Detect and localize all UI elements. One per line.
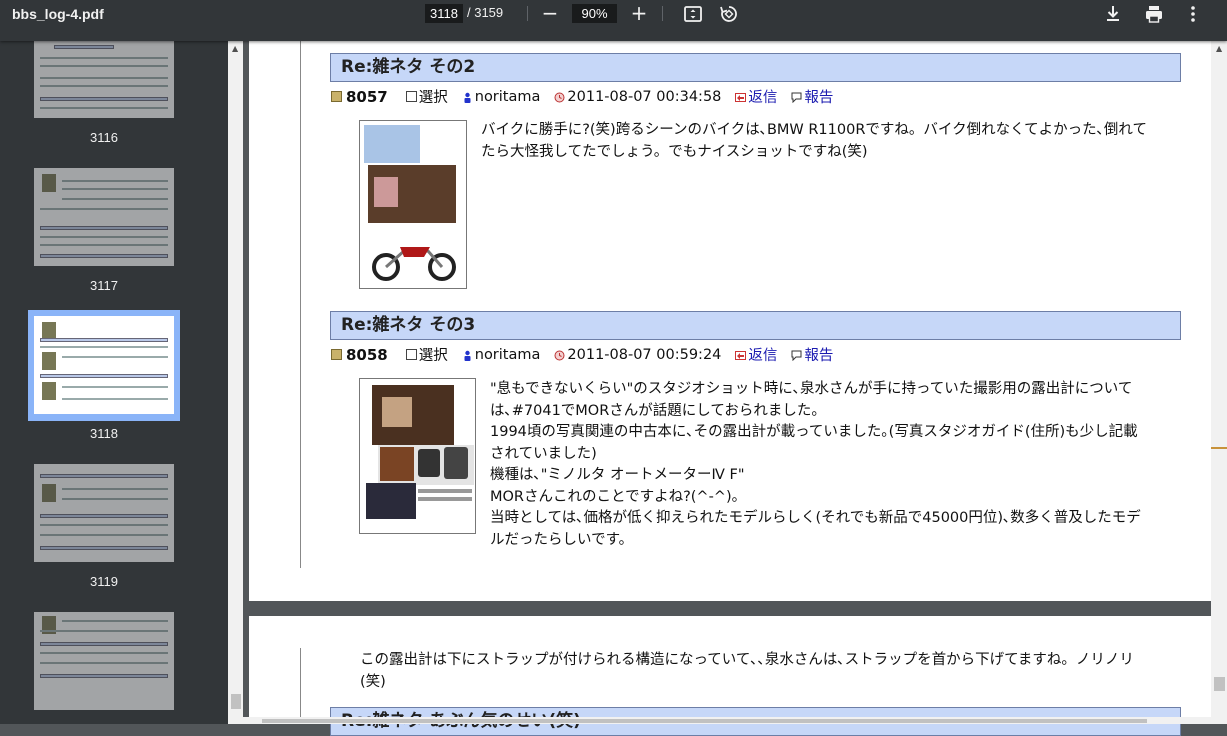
post-body-continued: この露出計は下にストラップが付けられる構造になっていて､､泉水さんは､ストラップ… <box>360 650 1134 693</box>
post-body-line: されていました) <box>490 445 597 462</box>
page-thumbnail-selected[interactable] <box>34 316 174 414</box>
print-icon[interactable] <box>1143 3 1165 25</box>
horizontal-scrollbar-thumb[interactable] <box>262 719 1147 723</box>
post-body-line: たら大怪我してたでしょう。でもナイスショットですね(笑) <box>481 143 868 160</box>
post-body-line: この露出計は下にストラップが付けられる構造になっていて､､泉水さんは､ストラップ… <box>360 652 1134 668</box>
post-title: Re:雑ネタ その2 <box>330 53 1181 82</box>
report-link[interactable]: 報告 <box>804 86 833 107</box>
clock-icon <box>554 91 565 103</box>
file-name: bbs_log-4.pdf <box>12 6 104 22</box>
sidebar-scrollbar-thumb[interactable] <box>231 694 241 709</box>
post-body-line: 1994頃の写真関連の中古本に､その露出計が載っていました｡(写真スタジオガイド… <box>490 424 1138 440</box>
more-options-icon[interactable] <box>1182 3 1204 25</box>
page-thumbnail[interactable] <box>34 41 174 118</box>
zoom-level-input[interactable]: 90% <box>572 4 617 23</box>
post-body-line: MORさんこれのことですよね?(^-^)。 <box>490 488 747 505</box>
pdf-toolbar: bbs_log-4.pdf 3118 / 3159 − 90% + <box>0 0 1227 41</box>
reply-icon <box>735 349 747 360</box>
scroll-up-arrow-icon[interactable]: ▲ <box>232 44 238 53</box>
post-body-line: バイクに勝手に?(笑)跨るシーンのバイクは､BMW R1100Rですね。バイク倒… <box>481 122 1147 138</box>
report-icon <box>791 349 802 362</box>
thumbnail-sidebar: 3116 3117 3118 3119 <box>0 41 228 724</box>
reply-link[interactable]: 返信 <box>748 86 777 107</box>
post-body-line: は､#7041でMORさんが話題にしておられました。 <box>490 402 826 419</box>
thread-indent-line <box>300 648 301 724</box>
page-number-input[interactable]: 3118 <box>425 4 463 23</box>
thumbnail-label: 3116 <box>90 130 118 145</box>
user-icon <box>462 349 473 361</box>
post-number: 8057 <box>346 87 388 106</box>
reply-link[interactable]: 返信 <box>748 344 777 365</box>
scroll-position-marker <box>1211 447 1227 449</box>
post-author: noritama <box>474 88 541 105</box>
toolbar-divider <box>527 6 528 21</box>
page-thumbnail[interactable] <box>34 612 174 710</box>
post-body-line: 機種は､"ミノルタ オートメーターⅣ F" <box>490 467 745 483</box>
select-checkbox[interactable] <box>405 91 417 102</box>
thumbnail-label: 3117 <box>90 278 118 293</box>
select-checkbox[interactable] <box>405 349 417 360</box>
post-body-line: (笑) <box>360 673 386 690</box>
post-author: noritama <box>474 346 541 363</box>
post-body: "息もできないくらい"のスタジオショット時に､泉水さんが手に持っていた撮影用の露… <box>490 379 1141 551</box>
thumbnail-label: 3118 <box>90 426 118 441</box>
post-meta: 8057 選択 noritama 2011-08-07 00:34:58 返信 … <box>331 86 847 107</box>
user-icon <box>462 91 473 103</box>
post-body-line: "息もできないくらい"のスタジオショット時に､泉水さんが手に持っていた撮影用の露… <box>490 381 1133 397</box>
post-number-icon <box>331 91 342 102</box>
toolbar-divider <box>662 6 663 21</box>
scroll-up-arrow-icon[interactable]: ▲ <box>1216 44 1222 53</box>
post-datetime: 2011-08-07 00:34:58 <box>567 88 722 105</box>
clock-icon <box>554 349 565 361</box>
reply-icon <box>735 91 747 102</box>
report-icon <box>791 91 802 104</box>
page-thumbnail[interactable] <box>34 464 174 562</box>
sidebar-scrollbar[interactable] <box>228 41 243 724</box>
document-scrollbar-thumb[interactable] <box>1214 677 1225 691</box>
select-label: 選択 <box>418 348 448 364</box>
zoom-out-button[interactable]: − <box>540 1 560 25</box>
post-photo-light-meter <box>359 378 476 534</box>
post-meta: 8058 選択 noritama 2011-08-07 00:59:24 返信 … <box>331 344 847 365</box>
download-icon[interactable] <box>1102 3 1124 25</box>
post-photo-motorcycle <box>359 120 467 289</box>
post-body-line: 当時としては､価格が低く抑えられたモデルらしく(それでも新品で45000円位)､… <box>490 510 1141 526</box>
post-number-icon <box>331 349 342 360</box>
post-datetime: 2011-08-07 00:59:24 <box>567 346 722 363</box>
rotate-icon[interactable] <box>718 3 740 25</box>
zoom-in-button[interactable]: + <box>629 1 649 25</box>
fit-page-icon[interactable] <box>682 3 704 25</box>
thread-indent-line <box>300 41 301 568</box>
post-number: 8058 <box>346 345 388 364</box>
page-thumbnail[interactable] <box>34 168 174 266</box>
page-total: / 3159 <box>467 5 504 20</box>
post-body-line: ルだったらしいです。 <box>490 531 634 548</box>
thumbnail-label: 3119 <box>90 574 118 589</box>
select-label: 選択 <box>418 90 448 106</box>
document-scrollbar[interactable] <box>1211 41 1227 724</box>
post-body: バイクに勝手に?(笑)跨るシーンのバイクは､BMW R1100Rですね。バイク倒… <box>481 120 1147 163</box>
post-title: Re:雑ネタ その3 <box>330 311 1181 340</box>
report-link[interactable]: 報告 <box>804 344 833 365</box>
